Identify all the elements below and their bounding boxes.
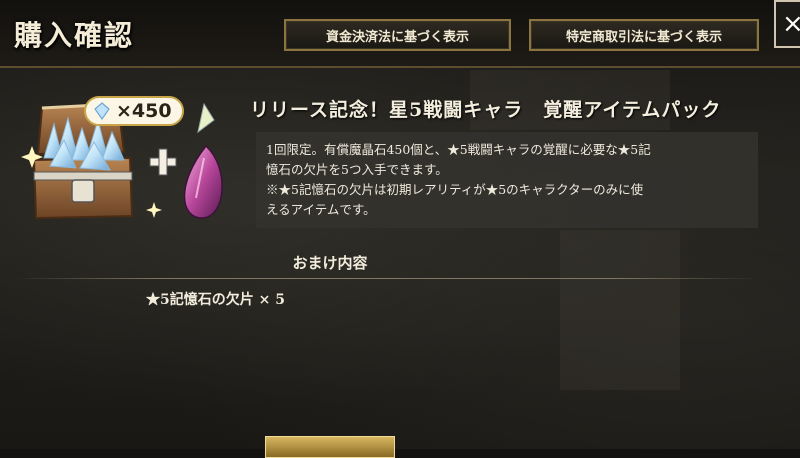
bonus-divider [14, 278, 760, 279]
commercial-transactions-act-button[interactable]: 特定商取引法に基づく表示 [529, 19, 759, 51]
description-line: 1回限定。有償魔晶石450個と、★5戦闘キャラの覚醒に必要な★5記 [266, 142, 651, 157]
crystal-count-badge: ×450 [84, 96, 184, 126]
pack-title: リリース記念！星5戦闘キャラ 覚醒アイテムパック [250, 99, 722, 121]
funds-settlement-act-button[interactable]: 資金決済法に基づく表示 [284, 19, 511, 51]
description-line: 憶石の欠片を5つ入手できます。 [266, 162, 448, 177]
purchase-button[interactable] [265, 436, 395, 458]
bonus-heading: おまけ内容 [292, 254, 368, 272]
plus-icon [149, 148, 177, 176]
close-button[interactable]: × [774, 0, 800, 48]
pack-description: 1回限定。有償魔晶石450個と、★5戦闘キャラの覚醒に必要な★5記 憶石の欠片を… [256, 132, 758, 228]
page-title: 購入確認 [14, 19, 135, 52]
header-bar: 購入確認 資金決済法に基づく表示 特定商取引法に基づく表示 × [0, 0, 800, 68]
crystal-icon [94, 102, 110, 120]
memory-stone-shard-icon [183, 102, 223, 219]
background-decoration [560, 230, 680, 390]
description-line: えるアイテムです。 [266, 202, 376, 217]
description-line: ※★5記憶石の欠片は初期レアリティが★5のキャラクターのみに使 [266, 182, 644, 197]
badge-count: ×450 [116, 100, 172, 122]
bonus-item: ★5記憶石の欠片 × 5 [146, 292, 285, 308]
close-icon: × [782, 9, 800, 39]
